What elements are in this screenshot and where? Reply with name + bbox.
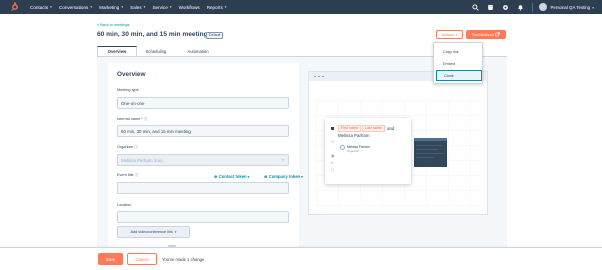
info-icon[interactable]: ⓘ	[144, 117, 148, 121]
actions-button[interactable]: Actions ▾	[436, 30, 463, 39]
footer-bar	[0, 247, 602, 270]
chevron-down-icon: ▾	[174, 230, 177, 234]
menu-item-copy-link[interactable]: Copy link	[436, 46, 482, 57]
window-dot-icon	[314, 75, 316, 78]
chevron-down-icon: ▾	[121, 5, 124, 9]
save-button[interactable]: Save	[98, 253, 123, 265]
internal-name-label: Internal name *ⓘ	[117, 117, 148, 121]
event-color-icon	[331, 127, 334, 130]
calendar-icon: ▢	[331, 168, 335, 172]
tab-automation[interactable]: Automation	[178, 46, 218, 56]
invite-host-name: Melissa Parham	[338, 133, 370, 138]
marketplace-icon[interactable]	[486, 3, 495, 12]
window-dot-icon	[318, 75, 320, 78]
nav-item-workflows[interactable]: Workflows	[179, 5, 200, 10]
chevron-down-icon: ▾	[143, 5, 146, 9]
guests-icon: ⚇	[331, 140, 335, 144]
event-card-line	[416, 157, 434, 158]
nav-item-marketing[interactable]: Marketing ▾	[99, 5, 123, 10]
window-dot-icon	[322, 75, 324, 78]
chevron-down-icon: ▾	[50, 5, 52, 9]
tab-scheduling[interactable]: Scheduling	[137, 46, 175, 56]
last-name-token: Last name	[362, 124, 385, 132]
unsaved-changes-text: You've made 1 change	[162, 256, 205, 262]
contact-token-dropdown[interactable]: ⊕ Contact token▾	[214, 174, 249, 179]
chevron-down-icon: ▾	[90, 5, 93, 9]
calendar-event-card	[414, 138, 447, 167]
chevron-down-icon: ▾	[455, 32, 458, 37]
account-avatar[interactable]	[539, 3, 548, 11]
menu-item-clone[interactable]: Clone	[436, 70, 482, 81]
settings-icon[interactable]	[501, 3, 510, 12]
organizer-select[interactable]: Melissa Parham (me) ▾	[117, 154, 289, 166]
description-icon: ≡	[331, 161, 333, 165]
location-field[interactable]	[117, 211, 289, 223]
guest-avatar	[340, 145, 345, 150]
nav-item-service[interactable]: Service ▾	[152, 5, 171, 10]
organizer-label: Organizerⓘ	[117, 145, 139, 149]
info-icon[interactable]: ⓘ	[135, 145, 139, 149]
meeting-type-label: Meeting type	[117, 88, 139, 92]
search-icon[interactable]	[471, 3, 480, 12]
event-card-line	[416, 149, 438, 150]
meeting-type-field[interactable]: One-on-one	[117, 97, 289, 109]
hubspot-logo-icon[interactable]	[10, 2, 20, 12]
chevron-down-icon: ▾	[247, 175, 250, 179]
chevron-down-icon: ▾	[592, 5, 594, 10]
company-token-dropdown[interactable]: ⊕ Company token▾	[264, 174, 303, 179]
nav-item-reports[interactable]: Reports ▾	[207, 5, 227, 10]
event-card-header	[414, 138, 447, 141]
first-name-token: First name	[338, 124, 361, 132]
location-label: Location	[117, 203, 132, 207]
default-badge: Default	[206, 31, 224, 40]
info-icon[interactable]: ⓘ	[135, 173, 139, 177]
actions-dropdown-menu: Copy link Embed Clone	[433, 42, 483, 84]
invite-and-text: and	[387, 125, 395, 131]
chevron-down-icon: ▾	[224, 5, 227, 9]
chevron-down-icon: ▾	[301, 175, 303, 179]
notifications-icon[interactable]	[516, 3, 525, 12]
troubleshoot-button[interactable]: Troubleshoot	[466, 30, 506, 39]
section-title: Overview	[117, 71, 146, 78]
chevron-down-icon: ▾	[282, 158, 284, 162]
nav-item-contacts[interactable]: Contacts ▾	[30, 5, 52, 10]
video-icon: ▣	[331, 154, 335, 158]
external-link-icon	[495, 32, 501, 37]
event-title-field[interactable]	[117, 182, 289, 194]
event-card-line	[416, 153, 444, 154]
invite-preview-card: First name Last name and Melissa Parham …	[325, 118, 411, 184]
tab-overview[interactable]: Overview	[97, 46, 137, 56]
account-menu[interactable]: Personal QA Testing ▾	[550, 5, 594, 10]
top-navigation-bar: Contacts ▾ Conversations ▾ Marketing ▾ Sale…	[0, 0, 602, 14]
back-to-meetings-link[interactable]: < Back to meetings	[97, 23, 129, 27]
add-videoconference-link-button[interactable]: Add videoconference link ▾	[117, 226, 190, 238]
event-title-label: Event titleⓘ	[117, 173, 139, 177]
nav-item-conversations[interactable]: Conversations ▾	[59, 5, 92, 10]
menu-item-embed[interactable]: Embed	[436, 58, 482, 69]
internal-name-field[interactable]: 60 min, 30 min, and 15 min meeting	[117, 125, 289, 137]
nav-divider	[532, 2, 534, 12]
page-title: 60 min, 30 min, and 15 min meeting	[97, 31, 208, 38]
cancel-button[interactable]: Cancel	[127, 253, 157, 265]
guest-role: Organizer	[347, 148, 360, 153]
chevron-down-icon: ▾	[169, 5, 172, 9]
nav-item-sales[interactable]: Sales ▾	[130, 5, 145, 10]
event-card-line	[416, 145, 442, 146]
